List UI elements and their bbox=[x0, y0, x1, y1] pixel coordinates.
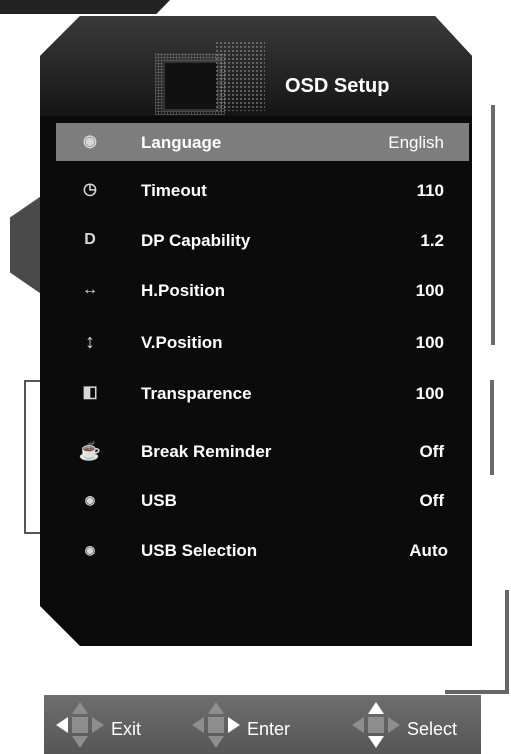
menu-item-usb[interactable]: ◉ USB Off bbox=[56, 481, 469, 519]
osd-panel: OSD Setup ◉ Language English ◷ Timeout 1… bbox=[40, 16, 472, 646]
menu-item-label: H.Position bbox=[141, 281, 226, 300]
brand-logo-fragment bbox=[0, 0, 170, 14]
menu-item-language[interactable]: ◉ Language English bbox=[56, 123, 469, 161]
menu-item-value: Off bbox=[419, 442, 444, 461]
menu-item-value: 100 bbox=[415, 281, 444, 300]
select-button[interactable]: Select bbox=[352, 695, 477, 754]
transparency-icon: ◧ bbox=[82, 384, 98, 401]
menu-item-break-reminder[interactable]: ☕ Break Reminder Off bbox=[56, 432, 469, 470]
enter-button[interactable]: Enter bbox=[192, 695, 322, 754]
menu-item-label: Language bbox=[141, 133, 222, 152]
usb-selection-icon: ◉ bbox=[84, 543, 96, 557]
select-label: Select bbox=[407, 719, 458, 739]
page-title: OSD Setup bbox=[285, 75, 390, 97]
menu-item-usb-selection[interactable]: ◉ USB Selection Auto bbox=[56, 531, 469, 569]
menu-item-value: 100 bbox=[415, 384, 444, 403]
exit-label: Exit bbox=[111, 719, 142, 739]
dpad-up-down-icon bbox=[352, 702, 400, 748]
menu-item-label: Break Reminder bbox=[141, 442, 272, 461]
menu-item-transparence[interactable]: ◧ Transparence 100 bbox=[56, 374, 469, 412]
menu-item-h-position[interactable]: ↔ H.Position 100 bbox=[56, 271, 469, 309]
right-frame-bar-top bbox=[491, 105, 495, 345]
menu-item-value: Off bbox=[419, 491, 444, 510]
osd-setup-graphic-icon bbox=[155, 41, 265, 121]
menu-item-value: 1.2 bbox=[420, 231, 444, 250]
enter-label: Enter bbox=[247, 719, 291, 739]
timer-icon: ◷ bbox=[83, 181, 97, 198]
menu-item-value: 100 bbox=[415, 333, 444, 352]
menu-item-label: Transparence bbox=[141, 384, 252, 403]
vertical-arrows-icon: ↕ bbox=[85, 331, 95, 353]
exit-button[interactable]: Exit bbox=[56, 695, 166, 754]
menu-item-label: DP Capability bbox=[141, 231, 251, 250]
horizontal-arrows-icon: ↔ bbox=[82, 281, 98, 298]
dpad-left-icon bbox=[56, 702, 104, 748]
navigation-footer: Exit Enter Select bbox=[44, 695, 481, 754]
menu-item-label: USB Selection bbox=[141, 541, 258, 560]
usb-icon: ◉ bbox=[84, 493, 96, 507]
displayport-icon: D bbox=[84, 231, 96, 248]
menu-item-label: Timeout bbox=[141, 181, 207, 200]
menu-item-value: 110 bbox=[416, 181, 444, 200]
menu-item-timeout[interactable]: ◷ Timeout 110 bbox=[56, 171, 469, 209]
menu-item-v-position[interactable]: ↕ V.Position 100 bbox=[56, 323, 469, 361]
menu-item-label: USB bbox=[141, 491, 177, 510]
globe-icon: ◉ bbox=[83, 133, 97, 150]
menu-item-value: Auto bbox=[409, 541, 448, 560]
right-frame-bar-bottom bbox=[490, 380, 494, 475]
coffee-cup-icon: ☕ bbox=[78, 441, 102, 461]
osd-header: OSD Setup bbox=[40, 16, 472, 116]
menu-item-dp-capability[interactable]: D DP Capability 1.2 bbox=[56, 221, 469, 259]
dpad-right-icon bbox=[192, 702, 240, 748]
menu-item-label: V.Position bbox=[141, 333, 223, 352]
menu-item-value: English bbox=[388, 133, 444, 152]
